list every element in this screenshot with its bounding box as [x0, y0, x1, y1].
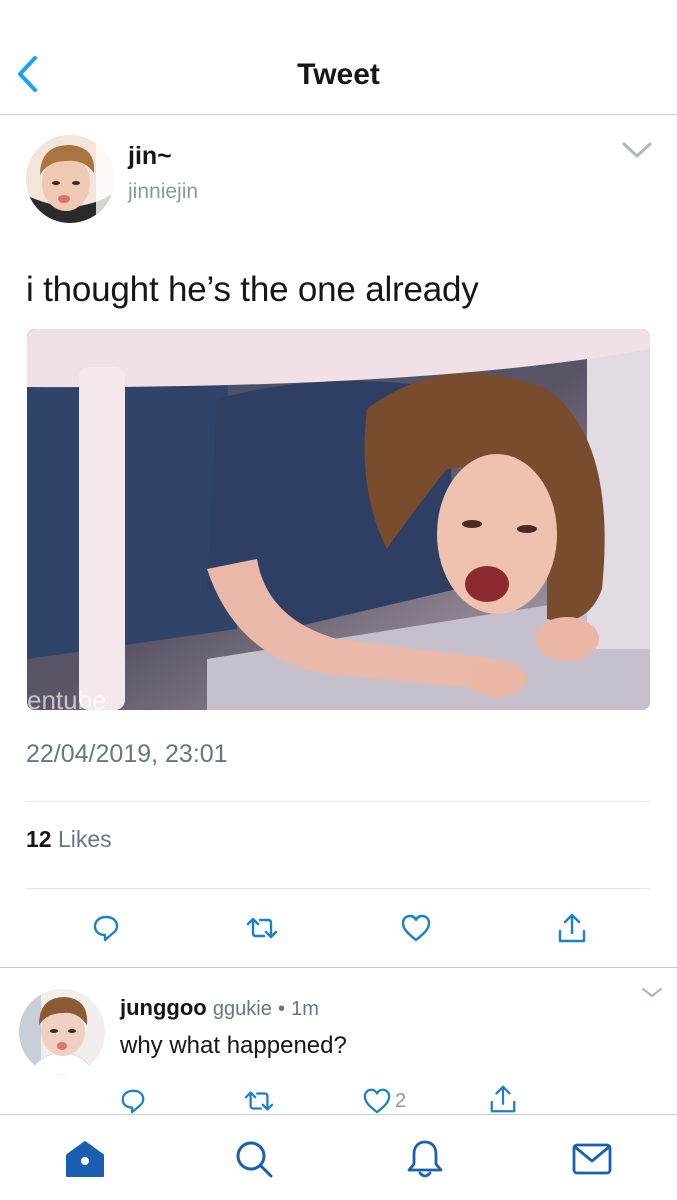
media-watermark: entube: [27, 685, 107, 710]
nav-header: Tweet: [0, 0, 677, 115]
reply-like-count: 2: [395, 1089, 407, 1112]
avatar-image: [19, 989, 105, 1075]
tab-home[interactable]: [63, 1137, 107, 1181]
reply-like-button[interactable]: 2: [362, 1086, 422, 1116]
reply-time: 1m: [291, 998, 319, 1020]
tweet-media[interactable]: entube: [27, 329, 650, 710]
likes-stat[interactable]: 12 Likes: [26, 826, 112, 853]
heart-icon: [363, 1088, 391, 1114]
tweet-menu-button[interactable]: [620, 138, 654, 162]
reply-share-button[interactable]: [486, 1082, 520, 1116]
divider: [0, 967, 677, 968]
share-icon: [558, 913, 586, 943]
tab-notifications[interactable]: [403, 1137, 447, 1181]
retweet-icon: [246, 917, 278, 939]
reply-reply-button[interactable]: [116, 1086, 150, 1116]
envelope-icon: [572, 1143, 612, 1175]
handle[interactable]: jinniejin: [128, 180, 198, 204]
reply-icon: [93, 915, 119, 942]
meta-separator: •: [277, 998, 285, 1020]
share-button[interactable]: [552, 908, 592, 948]
reply-display-name[interactable]: junggoo: [120, 995, 207, 1020]
media-image: entube: [27, 329, 650, 710]
chevron-down-icon: [641, 987, 663, 998]
retweet-icon: [244, 1091, 274, 1111]
tweet-timestamp: 22/04/2019, 23:01: [26, 740, 228, 768]
avatar[interactable]: [26, 135, 114, 223]
reply-button[interactable]: [86, 910, 126, 946]
reply-avatar[interactable]: [19, 989, 105, 1075]
reply-text: why what happened?: [120, 1032, 347, 1059]
reply-retweet-button[interactable]: [241, 1086, 277, 1116]
avatar-image: [26, 135, 114, 223]
home-icon: [66, 1141, 104, 1177]
tab-search[interactable]: [232, 1137, 276, 1181]
like-button[interactable]: [396, 910, 436, 946]
divider: [26, 801, 650, 802]
heart-icon: [401, 914, 431, 942]
tab-bar: [0, 1114, 677, 1200]
likes-label: Likes: [57, 826, 112, 852]
search-icon: [236, 1141, 273, 1178]
chevron-down-icon: [622, 142, 652, 158]
page-title: Tweet: [297, 58, 380, 91]
tab-messages[interactable]: [570, 1137, 614, 1181]
likes-count: 12: [26, 826, 52, 852]
reply-handle[interactable]: ggukie: [213, 998, 272, 1020]
reply-header: junggoo ggukie • 1m: [120, 995, 319, 1021]
bell-icon: [407, 1140, 443, 1178]
share-icon: [490, 1085, 516, 1113]
tweet-text: i thought he’s the one already: [26, 270, 479, 309]
retweet-button[interactable]: [242, 910, 282, 946]
reply-menu-button[interactable]: [640, 985, 664, 1001]
display-name[interactable]: jin~: [128, 142, 172, 171]
divider: [26, 888, 650, 889]
reply-icon: [121, 1089, 145, 1114]
